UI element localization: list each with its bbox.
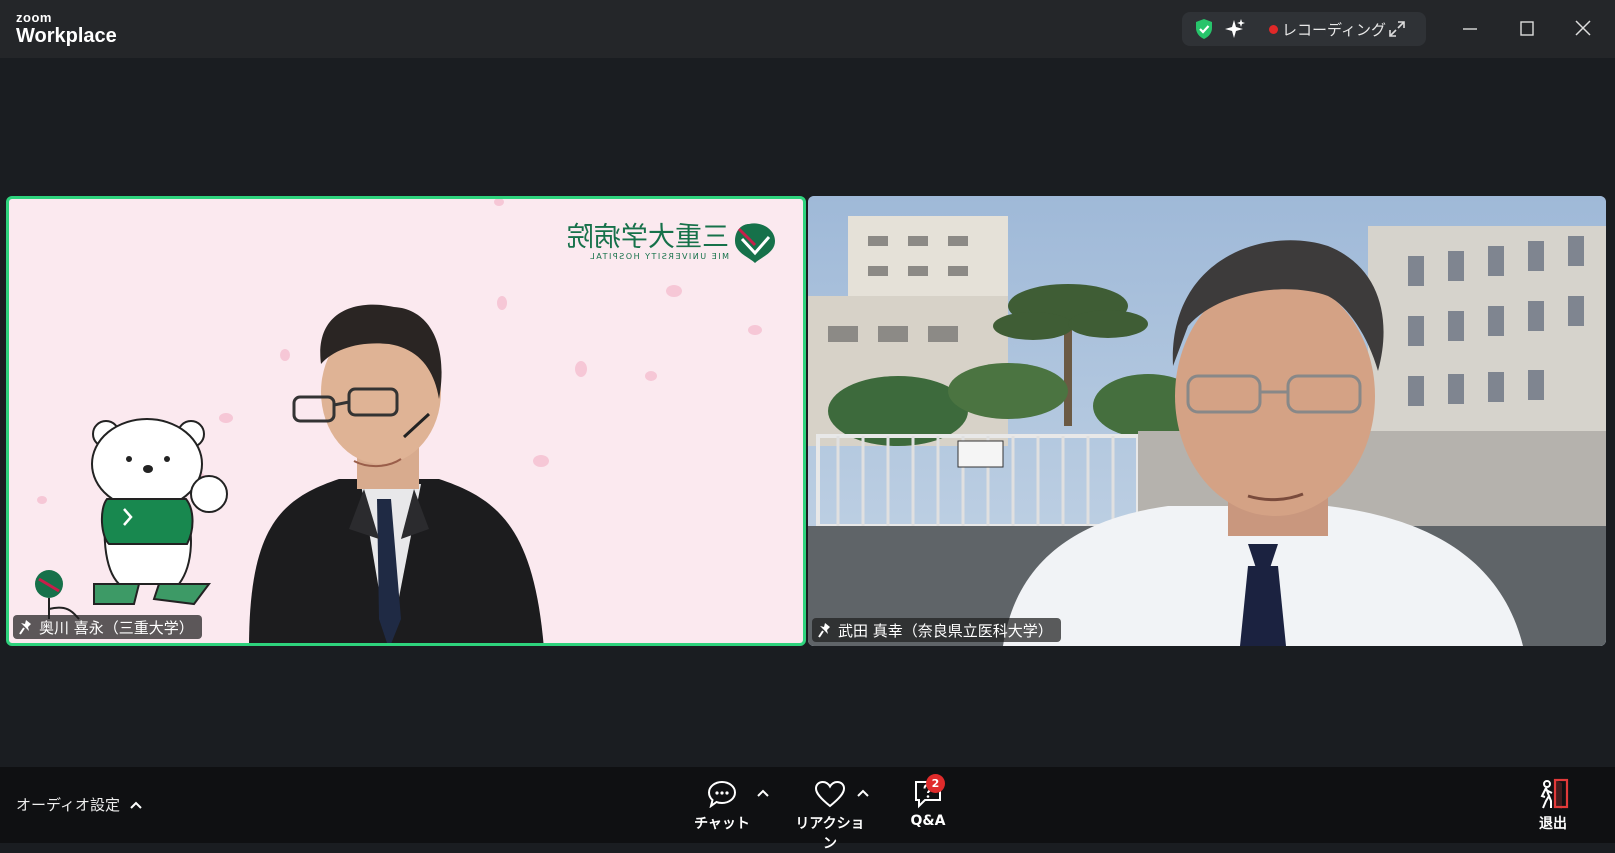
chat-options-chevron-icon[interactable] (757, 789, 769, 797)
qa-label: Q&A (910, 813, 946, 829)
spotlight-pin-icon (818, 623, 830, 638)
brand-small: zoom (16, 10, 52, 25)
close-button[interactable] (1563, 14, 1603, 44)
participant-1-video-image: 三重大学病院 MIE UNIVERSITY HOSPITAL (35, 199, 775, 643)
security-shield-icon[interactable] (1193, 18, 1215, 44)
audio-settings-label: オーディオ設定 (16, 796, 120, 814)
minimize-button[interactable] (1450, 14, 1490, 44)
chat-icon (707, 780, 737, 808)
leave-button[interactable]: 退出 (1525, 777, 1581, 833)
brand-large: Workplace (16, 25, 117, 47)
meeting-status: レコーディング (1182, 12, 1426, 46)
qa-notification-badge: 2 (926, 774, 945, 793)
reaction-label: リアクション (795, 816, 865, 852)
expand-icon[interactable] (1388, 20, 1406, 42)
bear-mascot (35, 418, 228, 620)
zoom-logo: zoom Workplace (16, 11, 117, 46)
meeting-toolbar: オーディオ設定 チャット リアクション 2 Q&A 退出 (0, 767, 1615, 852)
chat-label: チャット (694, 816, 750, 832)
chevron-up-icon (130, 801, 142, 809)
participant-1-name: 奥川 喜永（三重大学） (39, 618, 194, 637)
svg-text:三重大学病院: 三重大学病院 (567, 222, 729, 253)
qa-button[interactable]: 2 Q&A (900, 774, 956, 829)
title-bar: zoom Workplace レコーディング (0, 0, 1615, 58)
participant-video-2[interactable]: 武田 真幸（奈良県立医科大学） (808, 196, 1606, 646)
ai-companion-icon[interactable] (1224, 18, 1246, 44)
chat-button[interactable]: チャット (692, 777, 752, 833)
spotlight-pin-icon (19, 620, 31, 635)
leave-label: 退出 (1539, 816, 1567, 832)
recording-dot-icon (1269, 25, 1278, 34)
maximize-button[interactable] (1507, 14, 1547, 44)
reaction-options-chevron-icon[interactable] (857, 789, 869, 797)
participant-2-name: 武田 真幸（奈良県立医科大学） (838, 621, 1053, 640)
recording-label[interactable]: レコーディング (1282, 19, 1386, 40)
hospital-logo (735, 223, 775, 263)
leave-door-icon (1540, 778, 1569, 809)
svg-text:MIE UNIVERSITY HOSPITAL: MIE UNIVERSITY HOSPITAL (589, 252, 729, 261)
participant-1-nametag: 奥川 喜永（三重大学） (13, 615, 202, 639)
participant-2-nametag: 武田 真幸（奈良県立医科大学） (812, 618, 1061, 642)
participant-video-1[interactable]: 三重大学病院 MIE UNIVERSITY HOSPITAL 奥川 喜永（三重大… (6, 196, 806, 646)
participant-2-video-image (808, 196, 1606, 646)
heart-icon (814, 780, 846, 808)
audio-settings-button[interactable]: オーディオ設定 (16, 794, 142, 815)
speaker-figure (249, 304, 544, 643)
